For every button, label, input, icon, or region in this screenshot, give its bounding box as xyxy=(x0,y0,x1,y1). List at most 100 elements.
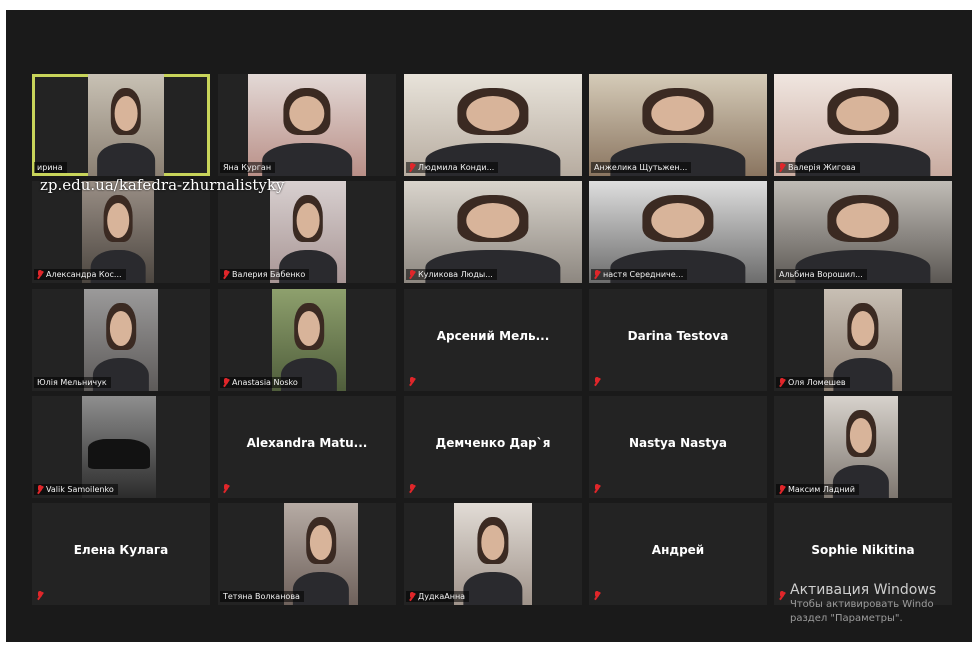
participant-name-tag: Valik Samoilenko xyxy=(34,484,118,495)
participant-video xyxy=(404,74,582,176)
mic-muted-icon xyxy=(779,485,785,494)
participant-tile[interactable]: Яна Курган xyxy=(218,74,396,176)
participant-name: Валерія Жигова xyxy=(788,163,856,172)
participant-video xyxy=(454,503,532,605)
participant-tile[interactable]: Максим Ладний xyxy=(774,396,952,498)
participant-tile[interactable]: Валерія Жигова xyxy=(774,74,952,176)
participant-tile[interactable]: Nastya Nastya xyxy=(589,396,767,498)
participant-video xyxy=(589,181,767,283)
participant-tile[interactable]: Андрей xyxy=(589,503,767,605)
participant-tile[interactable]: Anastasia Nosko xyxy=(218,289,396,391)
participant-name: Darina Testova xyxy=(627,329,729,343)
participant-name: Юлія Мельничук xyxy=(37,378,107,387)
person-head-shape xyxy=(651,96,705,132)
person-body-shape xyxy=(262,143,352,176)
participant-video xyxy=(589,74,767,176)
participant-tile[interactable]: Анжелика Щутьжен... xyxy=(589,74,767,176)
mic-muted-icon xyxy=(409,163,415,172)
participant-tile[interactable]: Демченко Дар`я xyxy=(404,396,582,498)
participant-name-tag: Anastasia Nosko xyxy=(220,377,302,388)
participant-name: Куликова Люды... xyxy=(418,270,493,279)
participant-name-tag: ирина xyxy=(34,162,67,173)
participant-name: Андрей xyxy=(651,543,705,557)
participant-tile[interactable]: ирина xyxy=(32,74,210,176)
participant-name: Александра Кос... xyxy=(46,270,122,279)
participant-name-tag: Альбина Ворошил... xyxy=(776,269,867,280)
participant-name: ДудкаАнна xyxy=(418,592,466,601)
person-head-shape xyxy=(651,203,705,239)
participant-tile[interactable]: Тетяна Волканова xyxy=(218,503,396,605)
person-head-shape xyxy=(109,311,133,347)
participant-video xyxy=(824,396,898,498)
mic-muted-icon xyxy=(594,591,600,600)
participant-name: Sophie Nikitina xyxy=(811,543,915,557)
mic-muted-icon xyxy=(223,270,229,279)
participant-tile[interactable]: Александра Кос... xyxy=(32,181,210,283)
participant-tile[interactable]: Оля Ломешев xyxy=(774,289,952,391)
mic-muted-icon xyxy=(779,591,785,600)
person-head-shape xyxy=(836,96,890,132)
participant-name: настя Середниче... xyxy=(603,270,684,279)
windows-activation-notice: Активация Windows Чтобы активировать Win… xyxy=(790,582,936,626)
mic-muted-icon xyxy=(37,485,43,494)
participant-video xyxy=(774,74,952,176)
participant-video xyxy=(824,289,902,391)
mic-muted-icon xyxy=(223,378,229,387)
participant-video xyxy=(88,74,164,176)
mic-muted-icon xyxy=(409,484,415,493)
mic-muted-icon xyxy=(409,270,415,279)
person-head-shape xyxy=(107,203,129,239)
participant-tile[interactable]: Елена Кулага xyxy=(32,503,210,605)
mic-muted-icon xyxy=(594,377,600,386)
participant-video xyxy=(272,289,346,391)
participant-name: Арсений Мель... xyxy=(436,329,550,343)
participant-name-tag: Валерія Жигова xyxy=(776,162,860,173)
mic-muted-icon xyxy=(594,484,600,493)
participant-name: Максим Ладний xyxy=(788,485,855,494)
mic-muted-icon xyxy=(409,377,415,386)
participant-tile[interactable]: Арсений Мель... xyxy=(404,289,582,391)
participant-name: Яна Курган xyxy=(223,163,272,172)
mic-muted-icon xyxy=(779,378,785,387)
participant-tile[interactable]: настя Середниче... xyxy=(589,181,767,283)
participant-tile[interactable]: Валерия Бабенко xyxy=(218,181,396,283)
activation-title: Активация Windows xyxy=(790,582,937,598)
person-head-shape xyxy=(289,96,325,132)
participant-tile[interactable]: Куликова Люды... xyxy=(404,181,582,283)
participant-tile[interactable]: ДудкаАнна xyxy=(404,503,582,605)
person-head-shape xyxy=(466,96,520,132)
person-head-shape xyxy=(466,203,520,239)
participant-tile[interactable]: Альбина Ворошил... xyxy=(774,181,952,283)
participant-video xyxy=(270,181,346,283)
participant-name: Valik Samoilenko xyxy=(46,485,114,494)
participant-video xyxy=(774,181,952,283)
participant-name-tag: Юлія Мельничук xyxy=(34,377,111,388)
mic-muted-icon xyxy=(37,591,43,600)
mic-muted-icon xyxy=(223,484,229,493)
participant-name: ирина xyxy=(37,163,63,172)
participant-video xyxy=(84,289,158,391)
participant-name: Nastya Nastya xyxy=(628,436,728,450)
participant-name-tag: Тетяна Волканова xyxy=(220,591,304,602)
person-head-shape xyxy=(114,96,138,132)
participant-name-tag: Валерия Бабенко xyxy=(220,269,310,280)
person-head-shape xyxy=(836,203,890,239)
activation-line-2: раздел "Параметры". xyxy=(790,613,903,624)
participant-tile[interactable]: Darina Testova xyxy=(589,289,767,391)
mic-muted-icon xyxy=(594,270,600,279)
participant-name: Людмила Конди... xyxy=(418,163,495,172)
participant-video xyxy=(82,181,154,283)
participant-name-tag: Анжелика Щутьжен... xyxy=(591,162,692,173)
participant-name: Alexandra Matu... xyxy=(246,436,368,450)
participant-tile[interactable]: Юлія Мельничук xyxy=(32,289,210,391)
participant-name-tag: Людмила Конди... xyxy=(406,162,499,173)
participant-tile[interactable]: Alexandra Matu... xyxy=(218,396,396,498)
mic-muted-icon xyxy=(409,592,415,601)
participant-name: Anastasia Nosko xyxy=(232,378,298,387)
participant-tile[interactable]: Людмила Конди... xyxy=(404,74,582,176)
person-head-shape xyxy=(296,203,320,239)
participant-name-tag: ДудкаАнна xyxy=(406,591,470,602)
participant-name-tag: Александра Кос... xyxy=(34,269,126,280)
participant-name: Оля Ломешев xyxy=(788,378,846,387)
participant-tile[interactable]: Valik Samoilenko xyxy=(32,396,210,498)
